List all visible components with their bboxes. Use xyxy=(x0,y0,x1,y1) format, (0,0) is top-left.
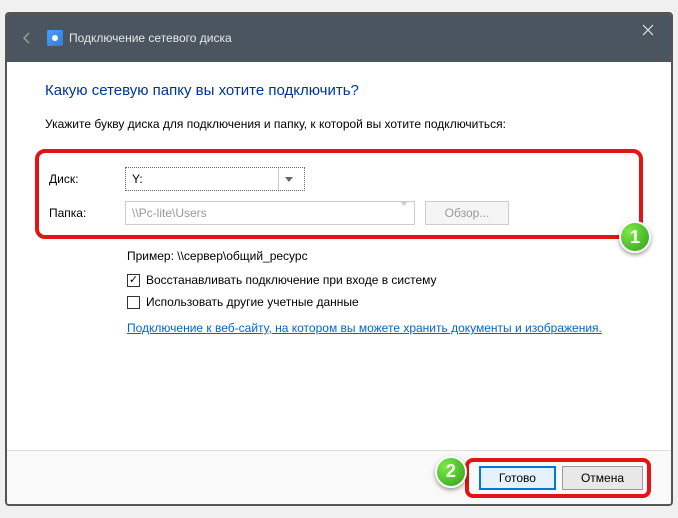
dialog-footer: 2 Готово Отмена xyxy=(7,450,671,504)
back-arrow-icon[interactable] xyxy=(15,26,39,50)
close-button[interactable] xyxy=(625,14,671,46)
example-text: Пример: \\сервер\общий_ресурс xyxy=(127,249,633,263)
drive-select[interactable]: Y: xyxy=(125,167,305,191)
cancel-button[interactable]: Отмена xyxy=(562,466,643,490)
dialog-window: Подключение сетевого диска Какую сетевую… xyxy=(5,12,673,506)
highlight-region-1: Диск: Y: Папка: \\Pc-lite\Users Обзор...… xyxy=(35,149,643,239)
credentials-label: Использовать другие учетные данные xyxy=(146,295,359,309)
network-drive-icon xyxy=(47,30,63,46)
credentials-checkbox[interactable] xyxy=(127,296,140,309)
done-button[interactable]: Готово xyxy=(479,466,556,490)
titlebar: Подключение сетевого диска xyxy=(7,14,671,62)
reconnect-checkbox[interactable] xyxy=(127,274,140,287)
annotation-badge-1: 1 xyxy=(619,221,651,253)
chevron-down-icon xyxy=(278,168,298,190)
folder-label: Папка: xyxy=(49,206,125,220)
options-block: Пример: \\сервер\общий_ресурс Восстанавл… xyxy=(127,249,633,335)
drive-value: Y: xyxy=(132,172,143,186)
window-title: Подключение сетевого диска xyxy=(69,31,232,45)
annotation-badge-2: 2 xyxy=(435,456,467,488)
drive-label: Диск: xyxy=(49,172,125,186)
folder-input[interactable]: \\Pc-lite\Users xyxy=(125,201,415,225)
folder-value: \\Pc-lite\Users xyxy=(132,206,207,220)
website-link[interactable]: Подключение к веб-сайту, на котором вы м… xyxy=(127,321,602,335)
dialog-heading: Какую сетевую папку вы хотите подключить… xyxy=(45,82,633,99)
dialog-subheading: Укажите букву диска для подключения и па… xyxy=(45,117,633,131)
content-area: Какую сетевую папку вы хотите подключить… xyxy=(7,62,671,450)
browse-button: Обзор... xyxy=(425,201,509,225)
chevron-down-icon xyxy=(400,206,408,220)
reconnect-label: Восстанавливать подключение при входе в … xyxy=(146,273,437,287)
highlight-region-2: 2 Готово Отмена xyxy=(465,458,651,498)
